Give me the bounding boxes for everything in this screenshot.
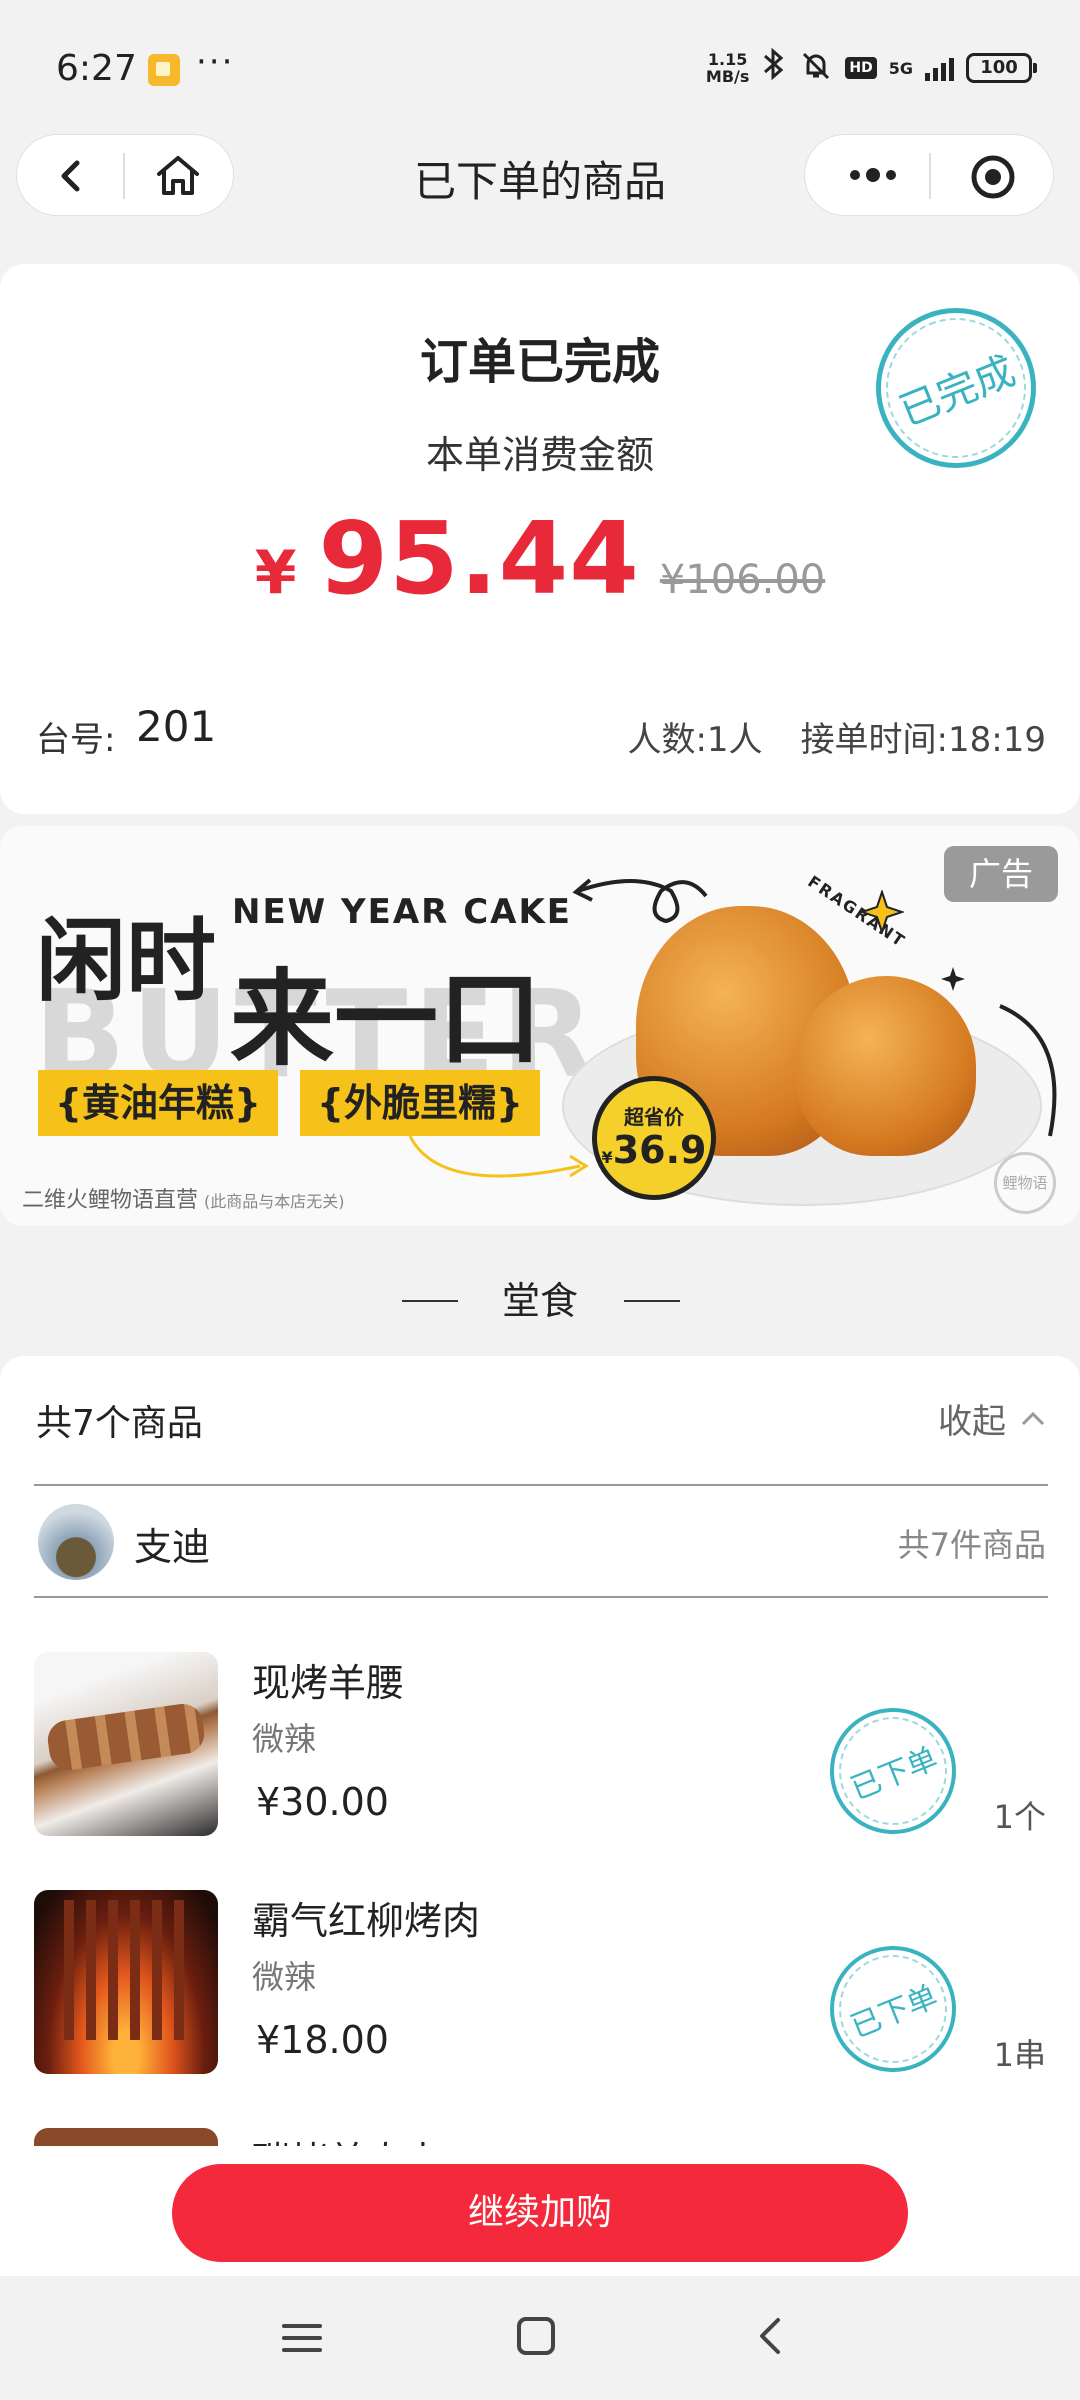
ad-decor-arc [999, 1004, 1057, 1137]
network-type: 5G [888, 58, 913, 78]
product-quantity: 1个 [993, 1798, 1046, 1836]
signal-icon [925, 55, 954, 81]
nav-divider [929, 153, 931, 199]
product-spec: 微辣 [252, 1958, 317, 1996]
battery-icon: 100 [966, 53, 1037, 83]
product-item[interactable]: 霸气红柳烤肉 微辣 ¥18.00 已下单 1串 [0, 1890, 1080, 2092]
product-item[interactable]: 现烤羊腰 微辣 ¥30.00 已下单 1个 [0, 1652, 1080, 1854]
back-button[interactable] [47, 151, 97, 201]
bluetooth-icon [761, 47, 787, 89]
divider [34, 1484, 1048, 1486]
product-quantity: 1串 [993, 2036, 1046, 2074]
target-icon[interactable] [969, 153, 1017, 201]
ad-cake-image [796, 976, 976, 1156]
order-time: 接单时间:18:19 [800, 720, 1046, 760]
nav-right-capsule [804, 134, 1054, 216]
sparkle-icon [860, 890, 904, 934]
product-price: ¥18.00 [256, 2018, 389, 2062]
menu-icon[interactable] [280, 2316, 324, 2360]
ad-tag: {外脆里糯} [300, 1070, 540, 1136]
status-icons: 1.15 MB/s HD 5G 100 [705, 47, 1037, 89]
continue-shopping-button[interactable]: 继续加购 [172, 2164, 908, 2262]
ad-badge: 广告 [944, 846, 1058, 902]
sparkle-icon [941, 967, 965, 991]
collapse-button[interactable]: 收起 [938, 1394, 1046, 1443]
section-divider-line [624, 1300, 680, 1302]
ad-advertiser: 二维火鲤物语直营 (此商品与本店无关) [22, 1188, 345, 1213]
order-meta: 人数:1人 接单时间:18:19 [627, 712, 1046, 761]
system-navigation-bar [0, 2276, 1080, 2400]
square-home-icon[interactable] [514, 2314, 558, 2358]
ordered-stamp: 已下单 [810, 1926, 976, 2092]
product-image [34, 1652, 218, 1836]
original-amount: ¥106.00 [659, 557, 826, 603]
home-button[interactable] [151, 149, 205, 203]
product-spec: 微辣 [252, 1720, 317, 1758]
ad-price-badge: 超省价 ¥36.9 [592, 1076, 716, 1200]
product-name: 霸气红柳烤肉 [252, 1899, 481, 1943]
ad-headline-2: 来一口 [230, 958, 543, 1080]
currency-symbol: ¥ [254, 538, 297, 608]
diner-item-count: 共7件商品 [897, 1526, 1046, 1564]
amount-row: ¥ 95.44 ¥106.00 [0, 500, 1080, 617]
bottom-action-bar: 继续加购 [0, 2146, 1080, 2276]
hd-icon: HD [845, 57, 877, 79]
chevron-up-icon [1021, 1411, 1045, 1425]
product-name: 现烤羊腰 [252, 1661, 405, 1705]
product-image [34, 1890, 218, 2074]
ad-headline-1: 闲时 [36, 909, 216, 1014]
mute-bell-icon [799, 49, 833, 87]
ad-banner[interactable]: BUTTER 闲时 NEW YEAR CAKE 来一口 {黄油年糕} {外脆里糯… [0, 826, 1080, 1226]
nav-divider [123, 153, 125, 199]
notes-app-icon [148, 54, 180, 86]
guest-count: 人数:1人 [627, 720, 763, 760]
more-dots-icon[interactable] [843, 155, 903, 195]
nav-left-capsule [16, 134, 234, 216]
network-speed: 1.15 MB/s [705, 50, 750, 86]
products-count: 共7个商品 [36, 1403, 203, 1444]
status-time: 6:27 [56, 48, 137, 89]
status-bar: 6:27 ··· 1.15 MB/s HD 5G 100 [0, 0, 1080, 130]
table-number-label: 台号: [36, 720, 116, 760]
order-summary-card: 订单已完成 已完成 本单消费金额 ¥ 95.44 ¥106.00 台号: 201… [0, 264, 1080, 814]
product-price: ¥30.00 [256, 1780, 389, 1824]
avatar [38, 1504, 114, 1580]
amount-caption: 本单消费金额 [425, 433, 654, 477]
divider [34, 1596, 1048, 1598]
brand-logo: 鲤物语 [994, 1152, 1056, 1214]
diner-name: 支迪 [134, 1525, 211, 1569]
ad-tag: {黄油年糕} [38, 1070, 278, 1136]
products-card: 共7个商品 收起 支迪 共7件商品 现烤羊腰 微辣 ¥30.00 已下单 1个 … [0, 1356, 1080, 2276]
triangle-back-icon[interactable] [750, 2314, 794, 2358]
ordered-stamp: 已下单 [810, 1688, 976, 1854]
more-notifications-icon: ··· [196, 42, 235, 82]
ad-headline-en: NEW YEAR CAKE [232, 892, 573, 932]
paid-amount: 95.44 [318, 500, 640, 617]
section-title: 堂食 [501, 1279, 578, 1323]
ad-loop-arrow [572, 878, 708, 924]
table-number: 201 [136, 702, 217, 751]
